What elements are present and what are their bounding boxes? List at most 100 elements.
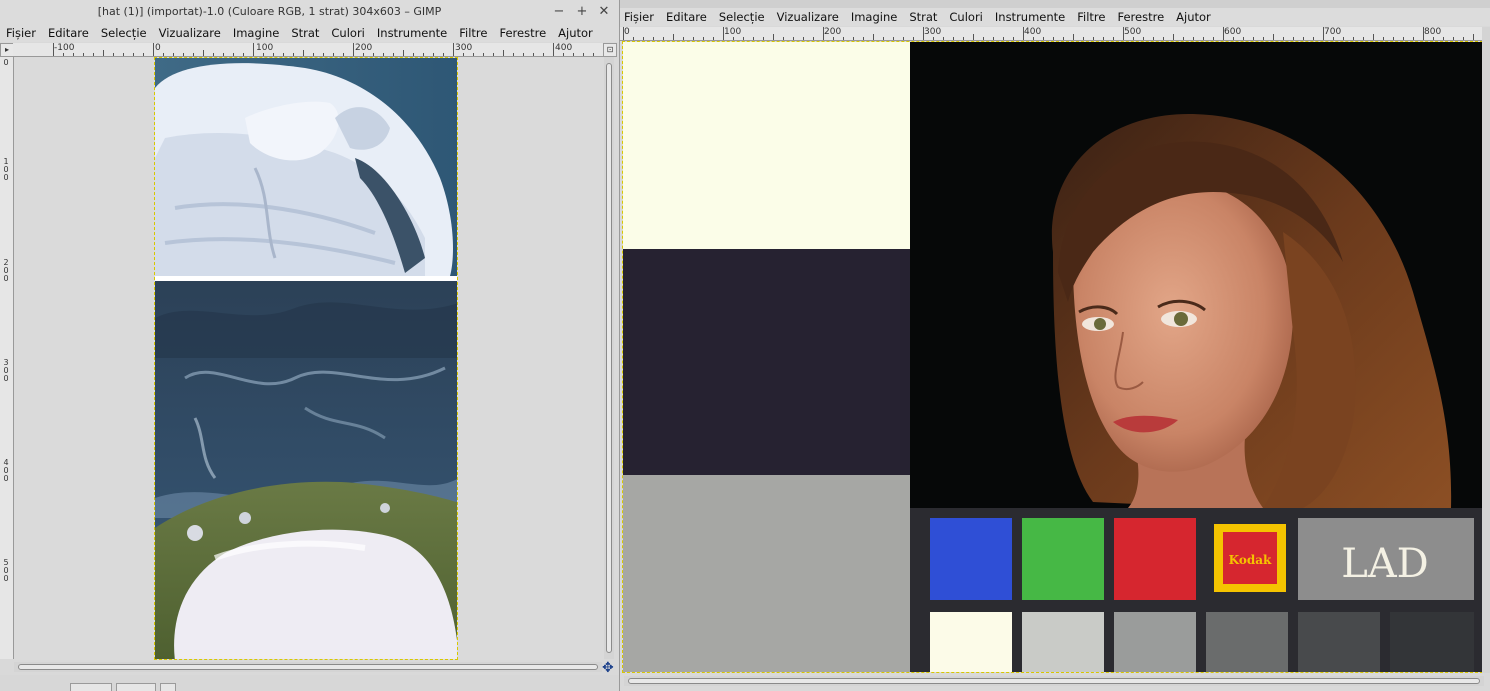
ruler-tick	[353, 43, 354, 56]
menu-edit[interactable]: Editare	[42, 24, 95, 42]
ruler-tick	[163, 53, 164, 56]
ruler-tick	[193, 53, 194, 56]
left-hscroll-thumb[interactable]	[18, 664, 598, 670]
ruler-tick	[643, 37, 644, 40]
ruler-tick	[883, 37, 884, 40]
ruler-tick	[1303, 37, 1304, 40]
ruler-label: 0	[3, 374, 9, 383]
ruler-tick	[1003, 37, 1004, 40]
ruler-tick	[733, 37, 734, 40]
menu-layer[interactable]: Strat	[285, 24, 325, 42]
menu-layer[interactable]: Strat	[903, 8, 943, 26]
menu-windows[interactable]: Ferestre	[493, 24, 552, 42]
ruler-tick	[1273, 34, 1274, 40]
ruler-tick	[1023, 27, 1024, 40]
menu-arrow-icon[interactable]: ▸	[0, 43, 14, 57]
ruler-tick	[843, 37, 844, 40]
right-horizontal-scrollbar[interactable]	[624, 676, 1484, 686]
ruler-tick	[453, 43, 454, 56]
menu-colors[interactable]: Culori	[943, 8, 988, 26]
ruler-label: 500	[1124, 27, 1142, 37]
right-image-canvas[interactable]: Kodak LAD	[622, 41, 1483, 673]
ruler-tick	[313, 53, 314, 56]
menu-select[interactable]: Selecție	[95, 24, 153, 42]
right-vertical-scrollbar[interactable]	[1482, 27, 1490, 673]
ruler-tick	[383, 53, 384, 56]
ruler-tick	[873, 34, 874, 40]
minimize-button[interactable]: −	[550, 3, 568, 21]
ruler-tick	[1253, 37, 1254, 40]
ruler-tick	[1053, 37, 1054, 40]
ruler-tick	[173, 53, 174, 56]
portrait-test-image: Kodak LAD	[623, 42, 1482, 672]
menu-image[interactable]: Imagine	[845, 8, 904, 26]
left-gimp-window: [hat (1)] (importat)-1.0 (Culoare RGB, 1…	[0, 0, 620, 691]
ruler-tick	[1203, 37, 1204, 40]
left-horizontal-ruler[interactable]: -100 0 100 200 300 400	[13, 43, 603, 57]
status-toggle[interactable]	[160, 683, 176, 691]
right-hscroll-thumb[interactable]	[628, 678, 1480, 684]
ruler-tick	[243, 53, 244, 56]
navigate-icon[interactable]: ✥	[602, 660, 614, 676]
maximize-button[interactable]: +	[573, 3, 591, 21]
ruler-tick	[503, 50, 504, 56]
ruler-tick	[1143, 37, 1144, 40]
ruler-tick	[1353, 37, 1354, 40]
ruler-tick	[63, 53, 64, 56]
ruler-tick	[143, 53, 144, 56]
menu-help[interactable]: Ajutor	[552, 24, 599, 42]
ruler-tick	[583, 53, 584, 56]
unit-selector[interactable]	[70, 683, 112, 691]
menu-filters[interactable]: Filtre	[453, 24, 493, 42]
menu-file[interactable]: Fișier	[620, 8, 660, 26]
left-image-canvas[interactable]	[154, 57, 458, 660]
close-button[interactable]: ✕	[595, 3, 613, 21]
zoom-selector[interactable]	[116, 683, 156, 691]
ruler-tick	[1443, 37, 1444, 40]
ruler-label: 0	[3, 574, 9, 583]
ruler-label: 300	[924, 27, 942, 37]
ruler-tick	[93, 53, 94, 56]
ruler-tick	[183, 53, 184, 56]
ruler-tick	[953, 37, 954, 40]
menu-image[interactable]: Imagine	[227, 24, 286, 42]
right-titlebar[interactable]	[620, 0, 1490, 8]
ruler-tick	[853, 37, 854, 40]
ruler-tick	[763, 37, 764, 40]
ruler-label: 100	[724, 27, 742, 37]
menu-filters[interactable]: Filtre	[1071, 8, 1111, 26]
menu-tools[interactable]: Instrumente	[371, 24, 453, 42]
menu-select[interactable]: Selecție	[713, 8, 771, 26]
ruler-tick	[373, 53, 374, 56]
zoom-fit-icon[interactable]: ⊡	[603, 43, 617, 57]
ruler-tick	[743, 37, 744, 40]
ruler-tick	[463, 53, 464, 56]
menu-help[interactable]: Ajutor	[1170, 8, 1217, 26]
ruler-tick	[323, 53, 324, 56]
ruler-tick	[983, 37, 984, 40]
left-horizontal-scrollbar[interactable]	[14, 662, 602, 672]
menu-view[interactable]: Vizualizare	[153, 24, 227, 42]
left-vertical-scrollbar[interactable]	[604, 57, 614, 659]
ruler-tick	[273, 53, 274, 56]
ruler-tick	[413, 53, 414, 56]
menu-tools[interactable]: Instrumente	[989, 8, 1071, 26]
ruler-tick	[1323, 27, 1324, 40]
menu-windows[interactable]: Ferestre	[1111, 8, 1170, 26]
ruler-tick	[803, 37, 804, 40]
ruler-tick	[483, 53, 484, 56]
left-vscroll-thumb[interactable]	[606, 63, 612, 653]
ruler-tick	[303, 50, 304, 56]
right-horizontal-ruler[interactable]: 0 100 200 300 400 500 600 700 800	[620, 27, 1484, 41]
menu-view[interactable]: Vizualizare	[771, 8, 845, 26]
left-titlebar[interactable]: [hat (1)] (importat)-1.0 (Culoare RGB, 1…	[0, 0, 619, 24]
ruler-tick	[923, 27, 924, 40]
menu-edit[interactable]: Editare	[660, 8, 713, 26]
ruler-tick	[823, 27, 824, 40]
menu-colors[interactable]: Culori	[325, 24, 370, 42]
menu-file[interactable]: Fișier	[0, 24, 42, 42]
ruler-tick	[1043, 37, 1044, 40]
ruler-tick	[553, 43, 554, 56]
left-vertical-ruler[interactable]: 0 1 0 0 2 0 0 3 0 0 4 0 0 5 0 0	[0, 57, 14, 659]
ruler-label: 200	[824, 27, 842, 37]
